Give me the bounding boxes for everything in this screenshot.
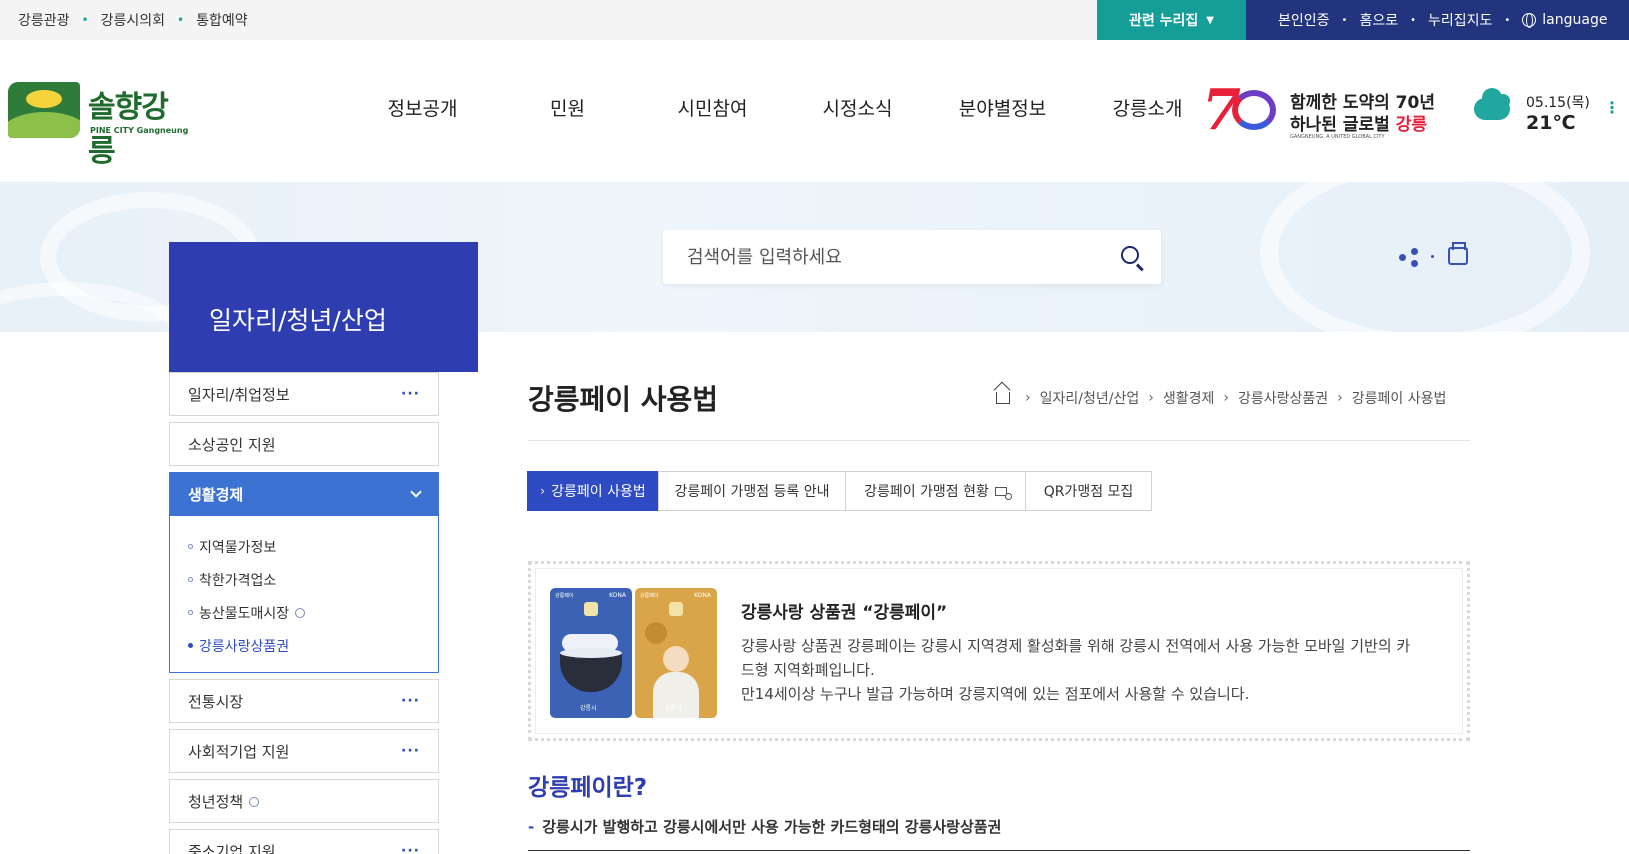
- nav-item-about[interactable]: 강릉소개: [1075, 94, 1220, 121]
- content-tabs: 강릉페이 사용법 강릉페이 가맹점 등록 안내 강릉페이 가맹점 현황 QR가맹…: [527, 471, 1152, 511]
- page-title: 강릉페이 사용법: [528, 383, 719, 416]
- search-box: [663, 230, 1161, 284]
- breadcrumb-current[interactable]: 강릉페이 사용법: [1352, 388, 1447, 408]
- submenu-item-wholesale-market[interactable]: 농산물도매시장: [188, 596, 420, 629]
- sidenav-item-sme-support[interactable]: 중소기업 지원 ···: [169, 829, 439, 854]
- globe-icon: [1522, 13, 1537, 28]
- utility-nav: 본인인증 • 홈으로 • 누리집지도 • language: [1246, 0, 1629, 40]
- nav-item-info-disclosure[interactable]: 정보공개: [350, 94, 495, 121]
- language-button[interactable]: language: [1542, 12, 1607, 28]
- print-icon[interactable]: [1448, 242, 1468, 265]
- sidenav-item-traditional-market[interactable]: 전통시장 ···: [169, 679, 439, 723]
- more-options-icon[interactable]: ⋮: [1604, 98, 1620, 117]
- weather-widget: 05.15(목) 21℃ ⋮: [1474, 88, 1624, 140]
- sidenav-item-small-business[interactable]: 소상공인 지원: [169, 422, 439, 466]
- related-sites-dropdown[interactable]: 관련 누리집 ▼: [1097, 0, 1246, 40]
- nav-item-field-info[interactable]: 분야별정보: [930, 94, 1075, 121]
- separator-dot: •: [81, 13, 89, 27]
- tab-how-to-use[interactable]: 강릉페이 사용법: [527, 471, 659, 511]
- submenu-item-gift-certificate[interactable]: 강릉사랑상품권: [188, 629, 420, 662]
- link-identity-verification[interactable]: 본인인증: [1278, 10, 1330, 30]
- link-home[interactable]: 홈으로: [1359, 10, 1398, 30]
- submenu-item-good-price[interactable]: 착한가격업소: [188, 563, 420, 596]
- weather-temperature: 21℃: [1526, 112, 1576, 134]
- cloud-icon: [1474, 88, 1510, 120]
- search-input[interactable]: [687, 230, 1087, 284]
- site-logo[interactable]: 솔향강릉 PINE CITY Gangneung: [8, 82, 188, 169]
- nav-item-civil-service[interactable]: 민원: [495, 94, 640, 121]
- breadcrumb: › 일자리/청년/산업 › 생활경제 › 강릉사랑상품권 › 강릉페이 사용법: [996, 388, 1446, 408]
- link-reservation[interactable]: 통합예약: [196, 10, 248, 30]
- caret-down-icon: ▼: [1206, 14, 1214, 26]
- link-sitemap[interactable]: 누리집지도: [1428, 10, 1492, 30]
- sidenav-submenu: 지역물가정보 착한가격업소 농산물도매시장 강릉사랑상품권: [169, 516, 439, 673]
- pine-logo-icon: [8, 82, 80, 138]
- nav-item-citizen-participation[interactable]: 시민참여: [640, 94, 785, 121]
- submenu-item-prices[interactable]: 지역물가정보: [188, 530, 420, 563]
- tab-qr-merchant[interactable]: QR가맹점 모집: [1025, 471, 1152, 511]
- intro-title: 강릉사랑 상품권 “강릉페이”: [741, 603, 948, 623]
- more-icon: ···: [401, 693, 420, 709]
- divider: [528, 440, 1470, 441]
- new-window-icon: [994, 486, 1012, 500]
- anniversary-line3: GANGNEUNG, A UNITED GLOBAL CITY: [1290, 134, 1385, 140]
- family-links: 강릉관광 • 강릉시의회 • 통합예약: [18, 0, 248, 40]
- related-sites-label: 관련 누리집: [1129, 13, 1199, 29]
- tab-merchant-registration[interactable]: 강릉페이 가맹점 등록 안내: [658, 471, 846, 511]
- gangneung-pay-card-image-blue: 강릉페이 KONA 강릉시: [550, 588, 632, 718]
- sidenav-item-living-economy[interactable]: 생활경제: [169, 472, 439, 516]
- more-icon: ···: [401, 843, 420, 854]
- breadcrumb-item[interactable]: 강릉사랑상품권: [1238, 388, 1328, 408]
- breadcrumb-item[interactable]: 일자리/청년/산업: [1040, 388, 1140, 408]
- section-title: 강릉페이란?: [528, 775, 648, 801]
- link-council[interactable]: 강릉시의회: [101, 10, 165, 30]
- divider: [528, 850, 1470, 851]
- separator-dot: •: [1410, 14, 1416, 26]
- sidenav: 일자리/취업정보 ··· 소상공인 지원 생활경제 지역물가정보 착한가격업소 …: [169, 372, 441, 854]
- weather-date: 05.15(목): [1526, 95, 1590, 111]
- gangneung-pay-card-image-gold: 강릉페이 KONA 강릉시: [635, 588, 717, 718]
- intro-text: 강릉사랑 상품권 강릉페이는 강릉시 지역경제 활성화를 위해 강릉시 전역에서…: [741, 637, 1411, 703]
- sidenav-item-social-enterprise[interactable]: 사회적기업 지원 ···: [169, 729, 439, 773]
- nav-item-city-news[interactable]: 시정소식: [785, 94, 930, 121]
- sidenav-title: 일자리/청년/산업: [169, 242, 478, 372]
- separator-dot: •: [1504, 14, 1511, 26]
- separator-dot: •: [177, 13, 185, 27]
- top-utility-bar: 강릉관광 • 강릉시의회 • 통합예약 관련 누리집 ▼ 본인인증 • 홈으로 …: [0, 0, 1629, 40]
- main-nav: 정보공개 민원 시민참여 시정소식 분야별정보 강릉소개: [350, 94, 1220, 121]
- share-icon[interactable]: [1399, 248, 1434, 268]
- tab-merchant-status[interactable]: 강릉페이 가맹점 현황: [845, 471, 1026, 511]
- link-tourism[interactable]: 강릉관광: [18, 10, 70, 30]
- swirl-logo-icon: [1232, 90, 1276, 130]
- section-subtitle: - 강릉시가 발행하고 강릉시에서만 사용 가능한 카드형태의 강릉사랑상품권: [528, 818, 1002, 836]
- breadcrumb-item[interactable]: 생활경제: [1163, 388, 1215, 408]
- anniversary-banner[interactable]: 7 함께한 도약의 70년 하나된 글로벌 강릉 GANGNEUNG, A UN…: [1202, 82, 1442, 142]
- home-icon[interactable]: [996, 392, 1010, 404]
- chevron-down-icon: [410, 486, 422, 498]
- logo-subtext: PINE CITY Gangneung: [90, 126, 189, 135]
- sidenav-item-jobs[interactable]: 일자리/취업정보 ···: [169, 372, 439, 416]
- external-link-icon: [293, 605, 308, 620]
- separator-dot: •: [1341, 14, 1348, 26]
- sidenav-item-youth-policy[interactable]: 청년정책: [169, 779, 439, 823]
- anniversary-line2: 하나된 글로벌 강릉: [1290, 115, 1427, 135]
- more-icon: ···: [401, 386, 420, 402]
- search-icon[interactable]: [1121, 246, 1139, 264]
- intro-box: 강릉페이 KONA 강릉시 강릉페이 KONA 강릉시 강릉사랑 상품권 “강릉…: [528, 561, 1470, 741]
- external-link-icon: [247, 794, 262, 810]
- more-icon: ···: [401, 743, 420, 759]
